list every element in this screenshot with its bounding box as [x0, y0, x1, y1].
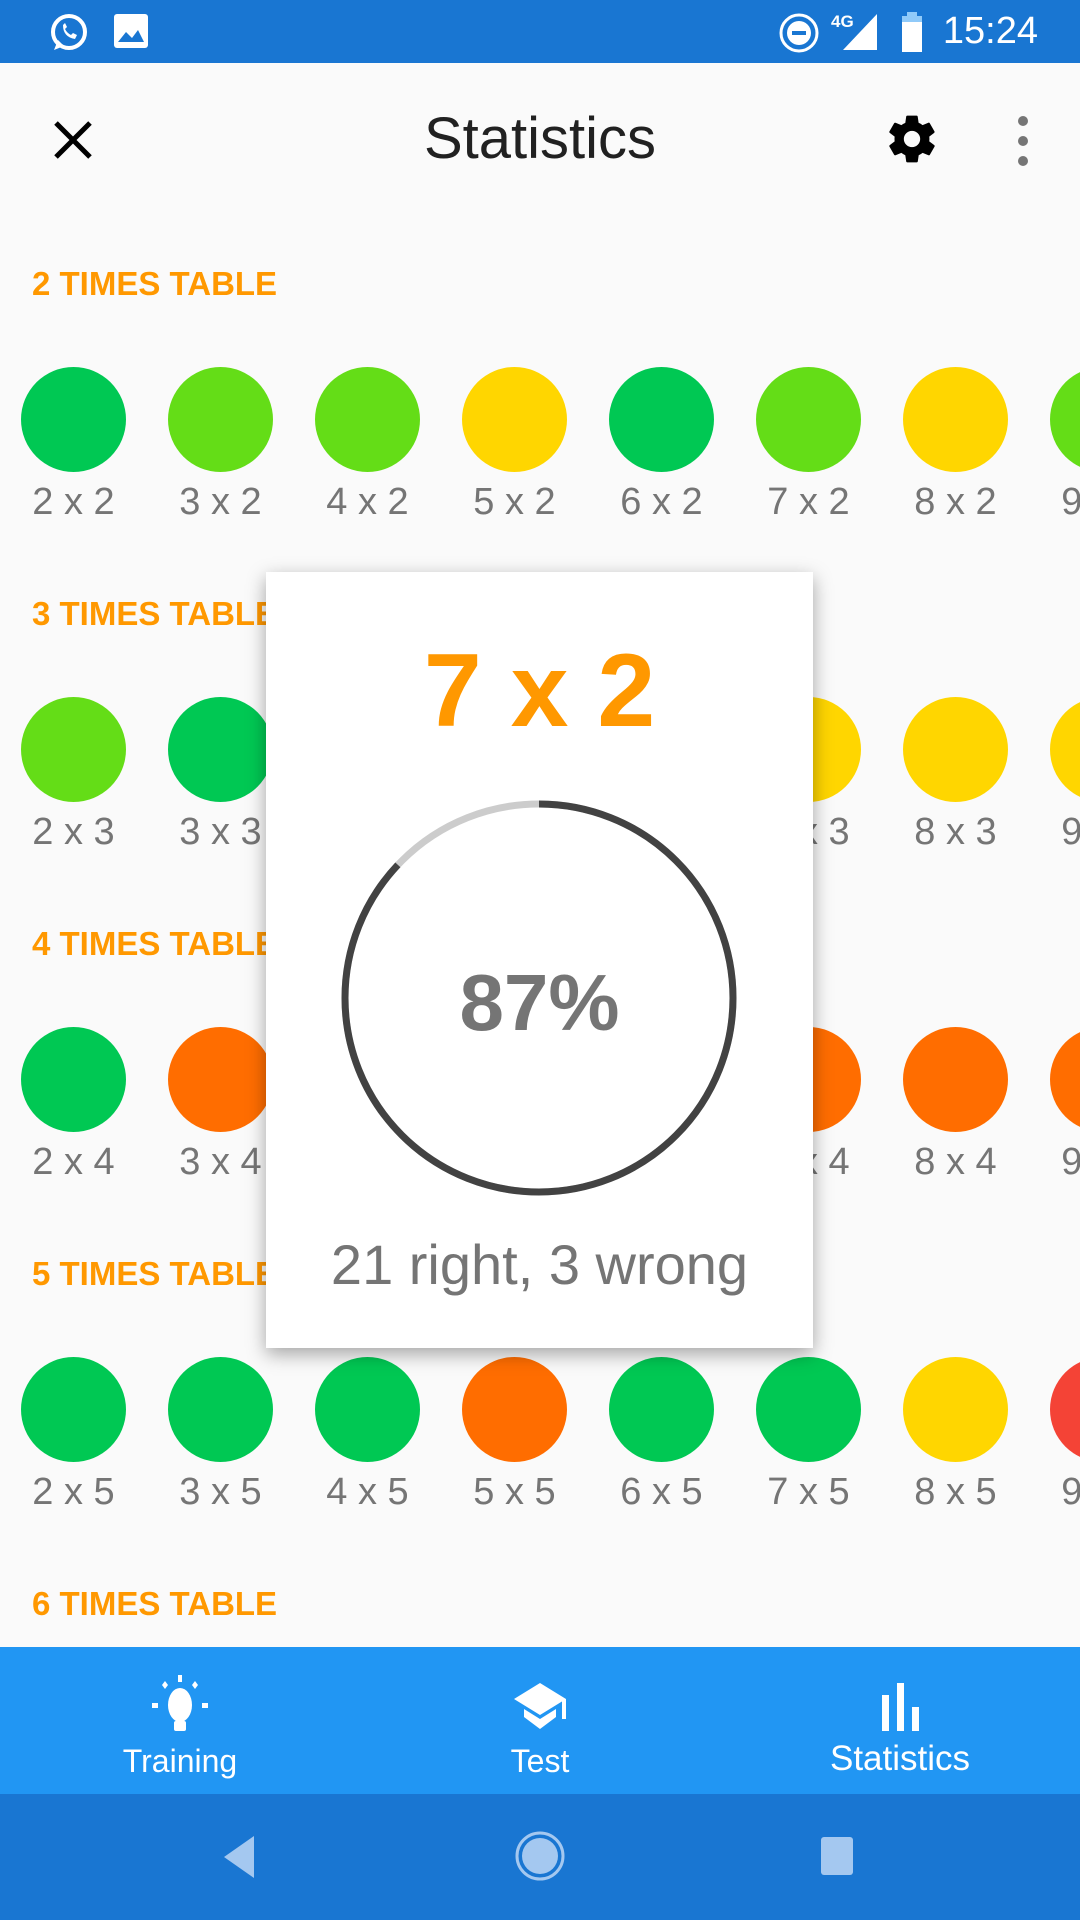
- stat-label: 6 x 5: [620, 1471, 703, 1513]
- stat-label: 8 x 3: [914, 811, 997, 853]
- nav-test[interactable]: Test: [360, 1647, 720, 1794]
- section-title: 2 TIMES TABLE: [32, 265, 278, 302]
- gallery-icon: [114, 14, 148, 48]
- stat-label: 2 x 3: [32, 811, 115, 853]
- stat-circle[interactable]: [462, 367, 567, 472]
- stat-circle[interactable]: [756, 367, 861, 472]
- section-title: 3 TIMES TABLE: [32, 595, 278, 632]
- stat-circle[interactable]: [168, 1027, 273, 1132]
- stat-circle[interactable]: [1050, 697, 1080, 802]
- stat-label: 8 x 2: [914, 481, 997, 523]
- lightbulb-icon: [152, 1675, 208, 1731]
- section-title: 5 TIMES TABLE: [32, 1255, 278, 1292]
- clock: 15:24: [942, 10, 1038, 52]
- stat-circle[interactable]: [21, 697, 126, 802]
- stat-circle[interactable]: [756, 1357, 861, 1462]
- nav-training-label: Training: [122, 1743, 238, 1779]
- bottom-navigation: Training Test Statistics: [0, 1647, 1080, 1794]
- stat-circle[interactable]: [1050, 1357, 1080, 1462]
- battery-icon: [902, 12, 922, 52]
- bar-chart-icon: [882, 1683, 919, 1731]
- stat-circle[interactable]: [21, 1027, 126, 1132]
- stat-circle[interactable]: [21, 1357, 126, 1462]
- graduation-cap-icon: [514, 1683, 566, 1729]
- section-title: 6 TIMES TABLE: [32, 1585, 278, 1622]
- system-navigation-bar: [0, 1794, 1080, 1920]
- dialog-question: 7 x 2: [423, 633, 656, 749]
- stat-circle[interactable]: [168, 697, 273, 802]
- stat-circle[interactable]: [462, 1357, 567, 1462]
- stat-label: 8 x 5: [914, 1471, 997, 1513]
- stat-label: 6 x 2: [620, 481, 703, 523]
- stat-circle[interactable]: [609, 367, 714, 472]
- app-bar: Statistics: [0, 63, 1080, 203]
- stat-label: 2 x 5: [32, 1471, 115, 1513]
- stat-label: 9 x 3: [1061, 811, 1080, 853]
- stat-circle[interactable]: [168, 1357, 273, 1462]
- nav-test-label: Test: [510, 1743, 570, 1779]
- status-bar: 4G 15:24: [0, 0, 1080, 63]
- stat-label: 7 x 2: [767, 481, 850, 523]
- stat-label: 4 x 2: [326, 481, 409, 523]
- stat-circle[interactable]: [903, 367, 1008, 472]
- recents-icon[interactable]: [820, 1836, 854, 1876]
- nav-training[interactable]: Training: [0, 1647, 360, 1794]
- stat-label: 2 x 4: [32, 1141, 115, 1183]
- dialog-result: 21 right, 3 wrong: [330, 1233, 749, 1296]
- nav-statistics-label: Statistics: [829, 1739, 971, 1778]
- more-vert-icon[interactable]: [1008, 113, 1038, 169]
- stat-label: 2 x 2: [32, 481, 115, 523]
- stat-detail-dialog[interactable]: 7 x 2 87% 21 right, 3 wrong: [266, 572, 813, 1348]
- stat-circle[interactable]: [21, 367, 126, 472]
- stat-circle[interactable]: [315, 1357, 420, 1462]
- stat-circle[interactable]: [1050, 1027, 1080, 1132]
- signal-icon: [843, 14, 877, 50]
- stat-label: 5 x 5: [473, 1471, 556, 1513]
- stat-label: 4 x 5: [326, 1471, 409, 1513]
- dialog-percent: 87%: [459, 958, 620, 1047]
- stat-circle[interactable]: [168, 367, 273, 472]
- section-title: 4 TIMES TABLE: [32, 925, 278, 962]
- stat-circle[interactable]: [609, 1357, 714, 1462]
- stat-label: 9 x 2: [1061, 481, 1080, 523]
- stat-label: 3 x 2: [179, 481, 262, 523]
- stat-circle[interactable]: [315, 367, 420, 472]
- stat-circle[interactable]: [1050, 367, 1080, 472]
- back-icon[interactable]: [222, 1834, 256, 1880]
- home-icon[interactable]: [514, 1830, 566, 1882]
- stat-circle[interactable]: [903, 1357, 1008, 1462]
- stat-label: 5 x 2: [473, 481, 556, 523]
- stat-label: 3 x 5: [179, 1471, 262, 1513]
- stat-circle[interactable]: [903, 1027, 1008, 1132]
- gear-icon[interactable]: [884, 111, 940, 167]
- stat-circle[interactable]: [903, 697, 1008, 802]
- nav-statistics[interactable]: Statistics: [720, 1647, 1080, 1794]
- stat-label: 9 x 4: [1061, 1141, 1080, 1183]
- stat-label: 9 x 5: [1061, 1471, 1080, 1513]
- stat-label: 8 x 4: [914, 1141, 997, 1183]
- do-not-disturb-icon: [779, 13, 819, 53]
- whatsapp-icon: [51, 14, 87, 50]
- stat-label: 7 x 5: [767, 1471, 850, 1513]
